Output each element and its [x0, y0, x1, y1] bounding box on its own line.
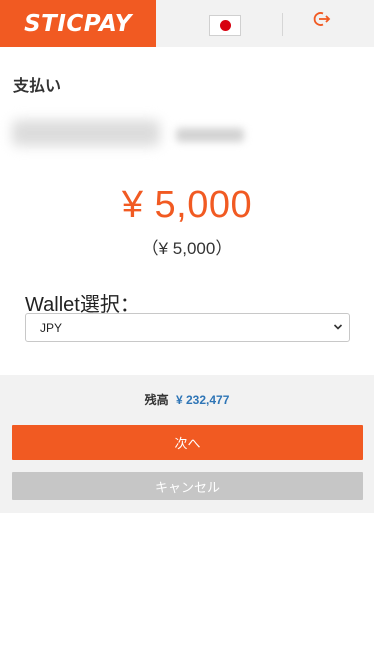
logout-icon[interactable] [312, 9, 332, 29]
payment-amount: ¥ 5,000 [121, 184, 253, 226]
merchant-info-redacted [10, 112, 250, 152]
next-button[interactable]: 次へ [12, 425, 363, 460]
page-title: 支払い [13, 78, 62, 95]
wallet-select-value: JPY [40, 320, 63, 335]
merchant-id-blur [176, 128, 244, 142]
flag-circle [219, 20, 231, 31]
balance-label: 残高 [144, 393, 169, 407]
cancel-button[interactable]: キャンセル [12, 472, 363, 500]
balance-row: 残高 ¥ 232,477 [0, 391, 374, 408]
header-divider [282, 13, 283, 36]
japan-flag-icon[interactable] [209, 15, 241, 36]
wallet-select[interactable]: JPY [25, 313, 350, 342]
payment-amount-converted: （¥ 5,000） [141, 239, 233, 258]
action-panel: 残高 ¥ 232,477 次へ キャンセル [0, 375, 374, 513]
header-bar: STICPAY [0, 0, 374, 47]
merchant-name-blur [12, 120, 160, 146]
logo[interactable]: STICPAY [0, 0, 156, 47]
chevron-down-icon [333, 324, 343, 330]
logo-text: STICPAY [24, 10, 132, 37]
balance-value: ¥ 232,477 [175, 393, 230, 407]
